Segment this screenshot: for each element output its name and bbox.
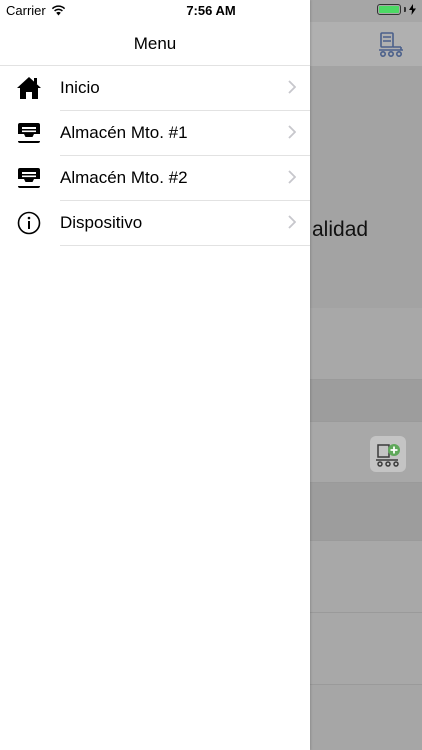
chevron-right-icon [288,215,296,229]
chevron-right-icon [288,80,296,94]
drawer-title: Menu [133,34,177,53]
charging-bolt-icon [409,4,416,15]
drawer-header: Menu [0,22,310,66]
battery-tip [404,7,406,12]
menu-list: Inicio Almacén Mto. #1 Almacén Mto. #2 D… [0,66,310,246]
menu-item-label: Dispositivo [60,213,143,232]
menu-item-inicio[interactable]: Inicio [17,66,310,111]
chevron-right-icon [288,125,296,139]
info-icon [17,211,41,235]
side-drawer: Menu Inicio Almacén Mto. #1 Almacén Mto.… [0,0,310,750]
clock: 7:56 AM [186,3,236,18]
status-bar: Carrier 7:56 AM [0,0,422,22]
menu-item-dispositivo[interactable]: Dispositivo [17,201,310,246]
menu-item-label: Inicio [60,78,100,97]
cart-icon[interactable] [374,28,406,60]
home-icon [17,77,41,99]
battery-icon [377,4,401,15]
battery-fill [379,6,399,13]
menu-item-label: Almacén Mto. #1 [60,123,188,142]
chevron-right-icon [288,170,296,184]
menu-item-almacen-2[interactable]: Almacén Mto. #2 [18,156,310,201]
inbox-tray-icon [18,123,40,143]
cart-add-icon[interactable] [370,436,406,472]
menu-item-label: Almacén Mto. #2 [60,168,188,187]
menu-item-almacen-1[interactable]: Almacén Mto. #1 [18,111,310,156]
background-hero-text: alidad [312,218,369,241]
inbox-tray-icon [18,168,40,188]
